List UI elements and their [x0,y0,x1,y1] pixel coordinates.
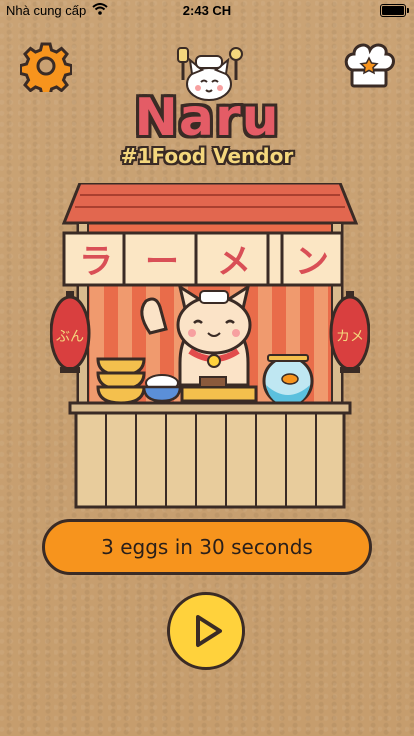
bowl-stack [96,357,146,405]
rice-bowl [142,374,182,403]
curtain-char-4: ン [295,242,329,282]
challenge-label: 3 eggs in 30 seconds [101,535,313,559]
curtain-char-2: ー [145,242,179,282]
counter-front [74,411,346,509]
curtain-char-3: メ [217,242,251,282]
game-subtitle: #1Food Vendor [120,144,294,168]
ramen-stall-illustration: ラ ー メ ン ぶん カメ [49,181,371,513]
fishbowl [262,354,314,407]
recipes-button[interactable] [342,40,396,92]
svg-text:カメ: カメ [336,329,364,345]
challenge-banner[interactable]: 3 eggs in 30 seconds [42,519,372,575]
gear-icon [19,42,73,97]
status-bar: Nhà cung cấp 2:43 CH [0,0,414,22]
play-button[interactable] [167,592,245,670]
game-title: Naru [134,88,280,148]
settings-button[interactable] [19,40,73,97]
stall-roof [61,181,359,225]
svg-text:ぶん: ぶん [56,329,84,345]
curtain-char-1: ラ [79,242,113,282]
play-icon [196,615,222,647]
egg-tray [180,385,258,403]
chef-hat-icon [344,43,395,88]
clock: 2:43 CH [182,3,232,18]
battery-icon [380,4,409,17]
